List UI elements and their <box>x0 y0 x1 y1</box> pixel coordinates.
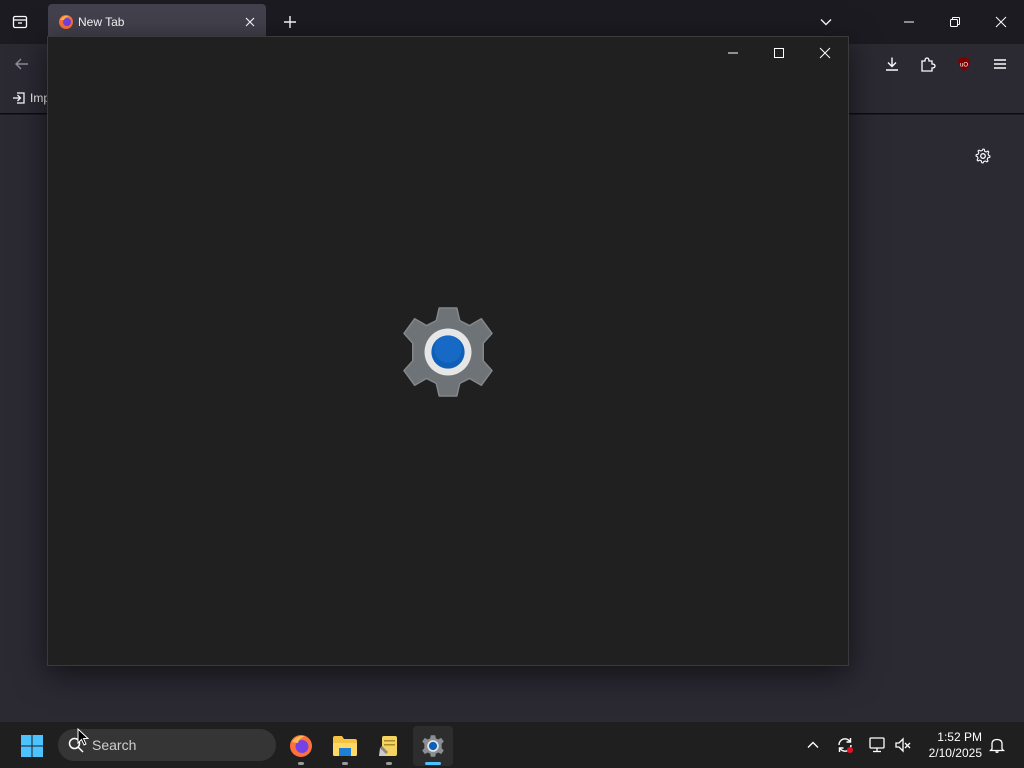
settings-app-window[interactable] <box>47 36 849 666</box>
new-tab-button[interactable] <box>276 8 304 36</box>
settings-close-button[interactable] <box>802 37 848 69</box>
notifications-button[interactable] <box>982 730 1012 760</box>
mouse-cursor-icon <box>77 728 89 746</box>
clock-date: 2/10/2025 <box>928 746 982 760</box>
volume-button[interactable] <box>888 730 918 760</box>
bell-icon <box>989 738 1005 753</box>
taskbar-file-explorer-button[interactable] <box>325 726 365 766</box>
arrow-left-icon <box>15 58 28 70</box>
customize-new-tab-button[interactable] <box>970 143 996 169</box>
tab-new-tab[interactable]: New Tab <box>48 4 266 40</box>
downloads-button[interactable] <box>876 48 908 80</box>
notepad-icon <box>379 736 397 756</box>
windows-logo-icon <box>21 735 43 757</box>
show-hidden-icons-button[interactable] <box>798 730 828 760</box>
settings-gear-icon <box>403 307 493 397</box>
app-menu-button[interactable] <box>984 48 1016 80</box>
restore-icon <box>950 17 960 27</box>
firefox-view-icon <box>12 15 28 29</box>
running-indicator <box>298 762 304 765</box>
chevron-down-icon <box>820 19 832 26</box>
network-icon <box>869 737 885 753</box>
minimize-button[interactable] <box>886 4 932 40</box>
taskbar-settings-button[interactable] <box>413 726 453 766</box>
tab-title: New Tab <box>78 15 125 29</box>
restore-button[interactable] <box>932 4 978 40</box>
taskbar-firefox-button[interactable] <box>281 726 321 766</box>
firefox-icon <box>290 735 312 757</box>
settings-maximize-button[interactable] <box>756 37 802 69</box>
puzzle-icon <box>921 57 936 72</box>
plus-icon <box>284 16 296 28</box>
firefox-view-button[interactable] <box>4 6 36 38</box>
sync-icon <box>838 738 853 753</box>
taskbar: Search 1:52 PM 2/10/2025 <box>0 721 1024 768</box>
close-icon <box>819 47 831 59</box>
hamburger-menu-icon <box>994 59 1006 69</box>
maximize-icon <box>774 48 784 58</box>
close-window-button[interactable] <box>978 4 1024 40</box>
download-icon <box>886 57 898 71</box>
taskbar-clock[interactable]: 1:52 PM 2/10/2025 <box>918 729 982 761</box>
import-bookmarks-button[interactable]: Imp <box>12 91 50 105</box>
taskbar-notepad-button[interactable] <box>369 726 409 766</box>
clock-time: 1:52 PM <box>937 730 982 744</box>
firefox-favicon-icon <box>59 15 73 29</box>
start-button[interactable] <box>12 726 52 766</box>
settings-minimize-button[interactable] <box>710 37 756 69</box>
taskbar-search-box[interactable]: Search <box>58 729 276 761</box>
minimize-icon <box>904 21 914 23</box>
ublock-shield-icon: uO <box>958 57 970 71</box>
ublock-origin-button[interactable]: uO <box>948 48 980 80</box>
chevron-up-icon <box>807 741 819 748</box>
speaker-muted-icon <box>895 737 911 753</box>
back-button[interactable] <box>6 48 38 80</box>
running-indicator <box>342 762 348 765</box>
running-indicator <box>386 762 392 765</box>
svg-text:uO: uO <box>960 63 968 69</box>
active-indicator <box>425 762 441 765</box>
settings-icon <box>422 735 444 757</box>
list-all-tabs-button[interactable] <box>810 6 842 38</box>
update-status-button[interactable] <box>830 730 860 760</box>
close-icon <box>995 16 1007 28</box>
file-explorer-icon <box>333 736 357 756</box>
extensions-button[interactable] <box>912 48 944 80</box>
gear-icon <box>975 148 991 164</box>
import-icon <box>13 92 25 104</box>
close-icon <box>245 17 255 27</box>
search-label: Search <box>92 737 137 753</box>
minimize-icon <box>728 52 738 54</box>
tab-close-button[interactable] <box>240 12 260 32</box>
